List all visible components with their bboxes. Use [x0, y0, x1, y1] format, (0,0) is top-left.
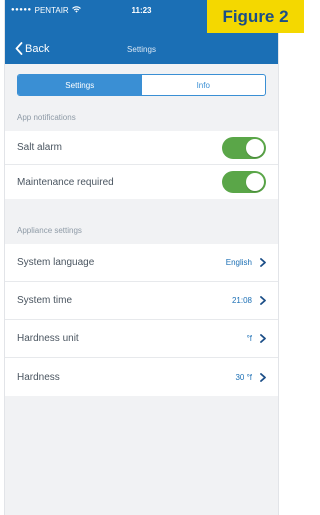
salt-alarm-toggle[interactable]	[222, 136, 266, 159]
section-header-app-notifications: App notifications	[17, 113, 76, 122]
setting-row-system-language[interactable]: System language English	[5, 244, 278, 282]
chevron-right-icon	[260, 332, 266, 345]
app-notifications-group: Salt alarm Maintenance required	[5, 131, 278, 199]
page-title: Settings	[127, 44, 156, 54]
chevron-right-icon	[260, 256, 266, 269]
setting-label: Hardness unit	[17, 333, 79, 344]
setting-row-hardness-unit[interactable]: Hardness unit °f	[5, 320, 278, 358]
setting-row-salt-alarm: Salt alarm	[5, 131, 278, 165]
nav-row: Back Settings	[5, 40, 278, 58]
tab-info[interactable]: Info	[142, 75, 266, 95]
setting-label: Salt alarm	[17, 142, 63, 153]
toggle-knob	[246, 173, 264, 191]
appliance-settings-group: System language English System time 21:0…	[5, 244, 278, 396]
figure-label-badge: Figure 2	[207, 0, 304, 33]
system-language-value: English	[225, 258, 252, 267]
segmented-control: Settings Info	[17, 74, 266, 96]
setting-row-hardness[interactable]: Hardness 30 °f	[5, 358, 278, 396]
chevron-right-icon	[260, 371, 266, 384]
setting-label: Maintenance required	[17, 176, 114, 188]
system-time-value: 21:08	[231, 296, 252, 305]
hardness-unit-value: °f	[246, 334, 252, 343]
setting-row-system-time[interactable]: System time 21:08	[5, 282, 278, 320]
maintenance-required-toggle[interactable]	[222, 171, 266, 193]
phone-screen: ●●●●● PENTAIR 11:23 Back Settings Settin…	[4, 0, 279, 515]
tab-settings[interactable]: Settings	[18, 75, 142, 95]
setting-value: English	[226, 256, 266, 269]
chevron-right-icon	[260, 294, 266, 307]
setting-label: System language	[17, 257, 95, 268]
hardness-value: 30 °f	[235, 372, 252, 382]
setting-value: 30 °f	[235, 371, 266, 384]
setting-label: System time	[17, 295, 73, 306]
setting-value: 21:08	[232, 294, 266, 307]
toggle-knob	[246, 138, 264, 157]
setting-row-maintenance-required: Maintenance required	[5, 165, 278, 199]
setting-label: Hardness	[17, 371, 60, 383]
setting-value: °f	[247, 332, 266, 345]
section-header-appliance-settings: Appliance settings	[17, 226, 82, 235]
